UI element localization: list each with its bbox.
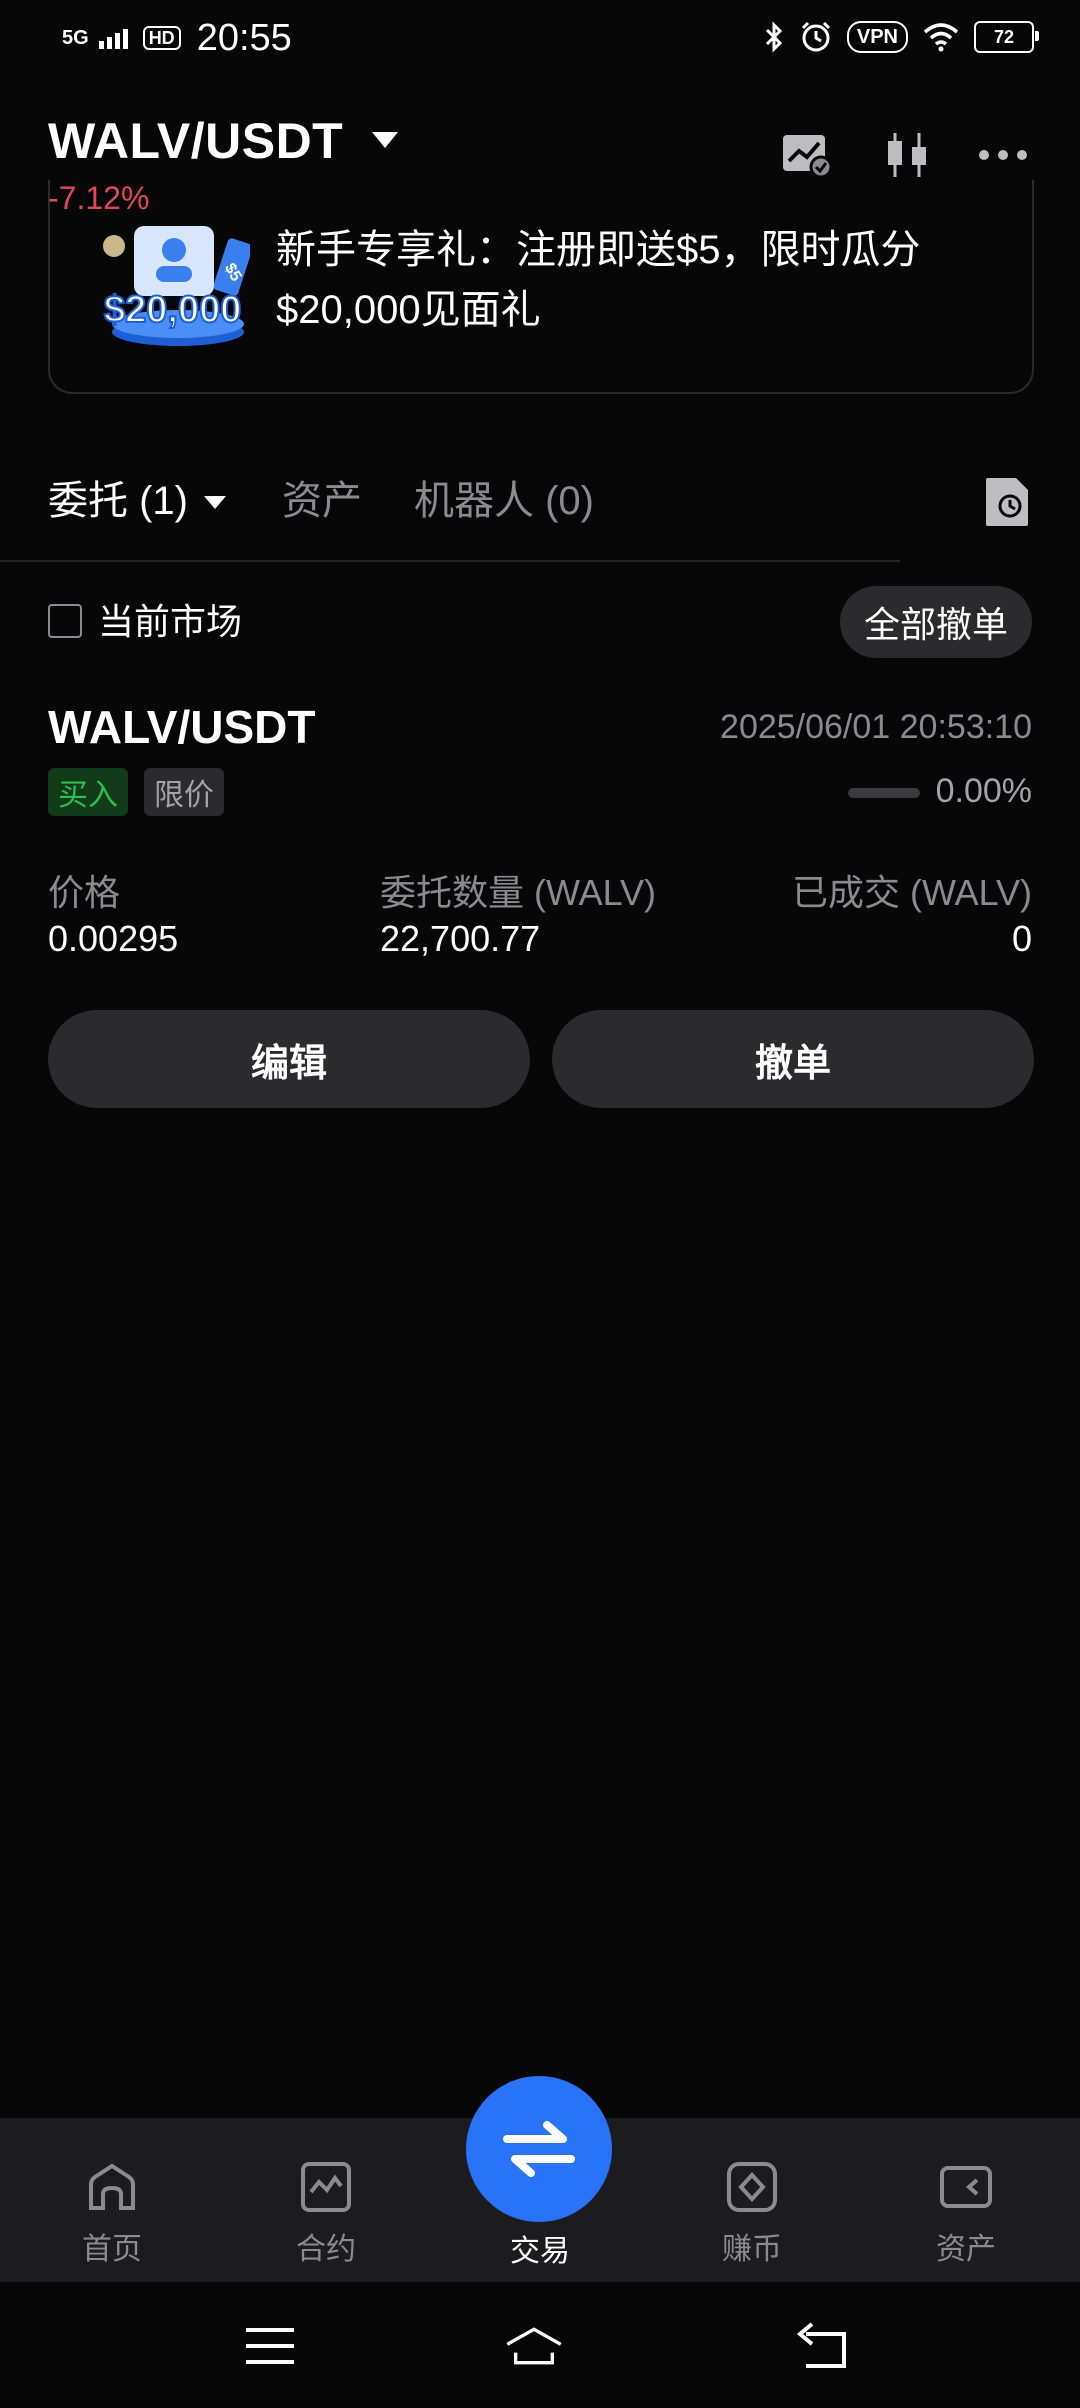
tab-orders[interactable]: 委托 (1) <box>48 476 188 526</box>
tab-bots[interactable]: 机器人 (0) <box>414 476 594 526</box>
nav-trade[interactable]: 交易 <box>470 2226 610 2270</box>
nav-earn[interactable]: 赚币 <box>682 2160 822 2268</box>
status-left: 5G HD 20:55 <box>62 18 292 58</box>
nav-futures-label: 合约 <box>296 2233 356 2266</box>
signal-indicator: 5G <box>62 27 89 49</box>
quantity-value: 22,700.77 <box>380 918 541 959</box>
status-right: VPN 72 <box>763 20 1039 54</box>
swap-arrows-icon <box>503 2121 575 2177</box>
chart-compare-icon[interactable] <box>780 128 834 182</box>
more-icon[interactable] <box>976 128 1030 182</box>
order-pair: WALV/USDT <box>48 701 316 753</box>
vpn-badge: VPN <box>846 21 908 53</box>
hd-badge: HD <box>142 26 181 50</box>
nav-assets[interactable]: 资产 <box>896 2160 1036 2268</box>
home-icon <box>89 2163 135 2210</box>
battery-level: 72 <box>993 26 1015 47</box>
edit-button[interactable]: 编辑 <box>48 1010 530 1108</box>
quantity-label: 委托数量 (WALV) <box>380 872 656 913</box>
orders-dropdown-icon[interactable] <box>204 496 226 509</box>
nav-home-label: 首页 <box>82 2233 142 2266</box>
order-time: 2025/06/01 20:53:10 <box>720 708 1032 746</box>
futures-icon <box>301 2162 351 2212</box>
promo-amount-text: $20,000 <box>104 289 241 331</box>
trade-fab-button[interactable] <box>466 2076 612 2222</box>
filled-label: 已成交 (WALV) <box>792 872 1032 913</box>
current-market-checkbox[interactable] <box>48 604 82 638</box>
promo-illustration: $5 $20,000 <box>100 220 253 350</box>
order-history-icon[interactable] <box>984 476 1030 528</box>
nav-assets-label: 资产 <box>936 2233 996 2266</box>
cancel-order-button[interactable]: 撤单 <box>552 1010 1034 1108</box>
clock: 20:55 <box>196 17 292 59</box>
nav-trade-label: 交易 <box>510 2235 570 2268</box>
price-label: 价格 <box>48 872 121 913</box>
alarm-icon <box>801 21 830 52</box>
tab-assets[interactable]: 资产 <box>282 476 362 526</box>
price-value: 0.00295 <box>48 918 179 959</box>
promo-text: 新手专享礼：注册即送$5，限时瓜分$20,000见面礼 <box>276 228 921 332</box>
signal-bars-icon <box>98 29 128 49</box>
earn-icon <box>727 2162 777 2212</box>
menu-icon[interactable] <box>240 2316 300 2376</box>
pair-selector[interactable]: WALV/USDT <box>48 112 343 170</box>
candlestick-icon[interactable] <box>880 128 934 182</box>
cancel-all-button[interactable]: 全部撤单 <box>840 586 1032 658</box>
home-nav-icon[interactable] <box>504 2316 564 2376</box>
fill-progress-bar <box>848 788 920 798</box>
nav-home[interactable]: 首页 <box>42 2160 182 2268</box>
wallet-icon <box>940 2166 992 2208</box>
order-type-badge: 限价 <box>144 768 224 816</box>
nav-futures[interactable]: 合约 <box>256 2160 396 2268</box>
filled-value: 0 <box>1011 918 1032 959</box>
pair-dropdown-icon[interactable] <box>372 132 398 148</box>
wifi-icon <box>923 23 959 52</box>
battery-icon: 72 <box>974 21 1039 53</box>
back-icon[interactable] <box>792 2316 852 2376</box>
price-change: -7.12% <box>48 180 150 216</box>
status-bar: 5G HD 20:55 VPN 72 <box>0 0 1080 80</box>
tab-divider <box>0 560 900 562</box>
current-market-label[interactable]: 当前市场 <box>98 600 242 644</box>
side-badge: 买入 <box>48 768 128 816</box>
bluetooth-icon <box>765 21 782 53</box>
nav-earn-label: 赚币 <box>722 2233 782 2266</box>
fill-percent: 0.00% <box>935 772 1032 810</box>
